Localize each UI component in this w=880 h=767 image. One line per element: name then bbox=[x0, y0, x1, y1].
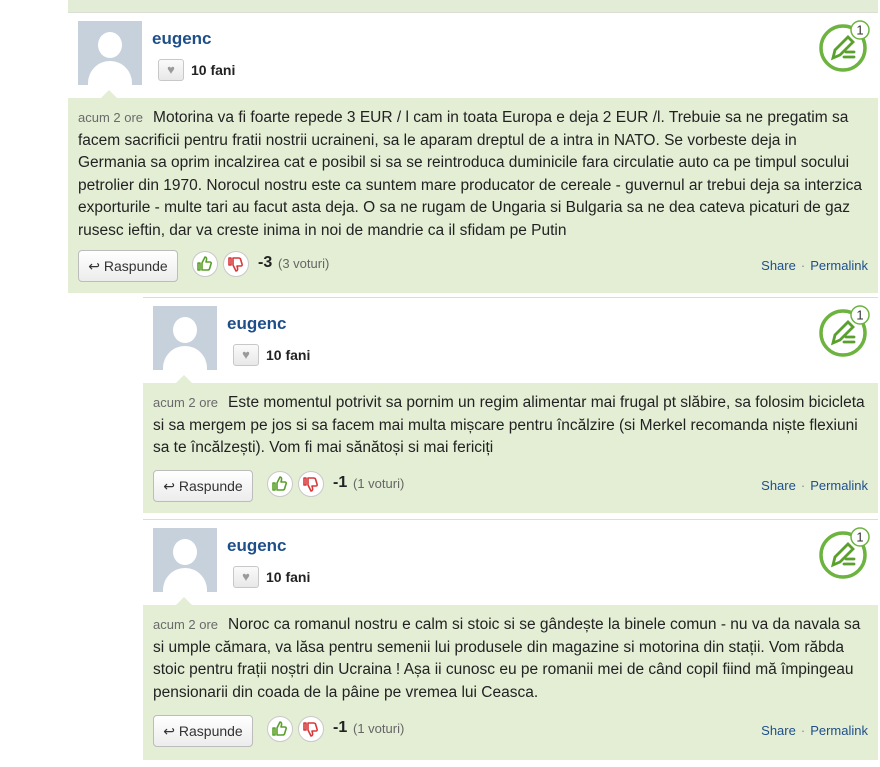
heart-icon: ♥ bbox=[242, 347, 250, 362]
thumbs-up-button[interactable] bbox=[267, 471, 293, 497]
vote-count: (3 voturi) bbox=[278, 256, 330, 271]
vote-score: -1 bbox=[333, 474, 348, 491]
comment-time: acum 2 ore bbox=[78, 110, 144, 125]
username-link[interactable]: eugenc bbox=[227, 536, 287, 556]
thumbs-up-icon bbox=[272, 721, 287, 736]
comment-links: Share · Permalink bbox=[761, 723, 868, 738]
pencil-badge-icon: 1 bbox=[819, 20, 870, 72]
username-link[interactable]: eugenc bbox=[227, 314, 287, 334]
badge-count: 1 bbox=[856, 530, 863, 545]
comment-body: acum 2 ore Noroc ca romanul nostru e calm… bbox=[143, 597, 878, 760]
vote-score: -3 bbox=[258, 254, 273, 271]
become-fan-button[interactable]: ♥ bbox=[233, 566, 259, 588]
comment-body: acum 2 ore Este momentul potrivit sa porn… bbox=[143, 375, 878, 513]
reply-arrow-icon: ↩ bbox=[163, 723, 179, 739]
comment-text: Noroc ca romanul nostru e calm si stoic … bbox=[153, 616, 861, 701]
comment-text: Motorina va fi foarte repede 3 EUR / l c… bbox=[78, 109, 863, 239]
heart-icon: ♥ bbox=[167, 62, 175, 77]
comment: eugenc ♥ 10 fani 1 acum 2 ore Motorina va… bbox=[68, 12, 878, 293]
comment-header: eugenc ♥ 10 fani 1 bbox=[143, 298, 878, 383]
become-fan-button[interactable]: ♥ bbox=[233, 344, 259, 366]
avatar[interactable] bbox=[153, 528, 217, 592]
comment-time: acum 2 ore bbox=[153, 395, 219, 410]
thumbs-down-icon bbox=[303, 722, 318, 737]
thumbs-down-button[interactable] bbox=[298, 716, 324, 742]
badge-count: 1 bbox=[856, 308, 863, 323]
fan-count: 10 fani bbox=[266, 347, 311, 363]
username-link[interactable]: eugenc bbox=[152, 29, 212, 49]
reply-arrow-icon: ↩ bbox=[88, 258, 104, 274]
thumbs-down-icon bbox=[228, 257, 243, 272]
thumbs-up-button[interactable] bbox=[267, 716, 293, 742]
thumbs-down-button[interactable] bbox=[223, 251, 249, 277]
thumbs-down-button[interactable] bbox=[298, 471, 324, 497]
vote-count: (1 voturi) bbox=[353, 476, 405, 491]
reply-button[interactable]: ↩ Raspunde bbox=[153, 715, 253, 747]
thumbs-up-icon bbox=[272, 476, 287, 491]
comment-body: acum 2 ore Motorina va fi foarte repede 3… bbox=[68, 90, 878, 293]
heart-icon: ♥ bbox=[242, 569, 250, 584]
avatar[interactable] bbox=[153, 306, 217, 370]
fan-count: 10 fani bbox=[191, 62, 236, 78]
share-link[interactable]: Share bbox=[761, 723, 796, 738]
thumbs-up-icon bbox=[197, 256, 212, 271]
vote-count: (1 voturi) bbox=[353, 721, 405, 736]
comment-links: Share · Permalink bbox=[761, 258, 868, 273]
pencil-badge-icon: 1 bbox=[819, 527, 870, 579]
reply-button[interactable]: ↩ Raspunde bbox=[78, 250, 178, 282]
permalink-link[interactable]: Permalink bbox=[810, 258, 868, 273]
comment: eugenc ♥ 10 fani 1 acum 2 ore Noroc ca ro… bbox=[143, 519, 878, 760]
thumbs-up-button[interactable] bbox=[192, 251, 218, 277]
comment-time: acum 2 ore bbox=[153, 617, 219, 632]
avatar[interactable] bbox=[78, 21, 142, 85]
pencil-badge-icon: 1 bbox=[819, 305, 870, 357]
permalink-link[interactable]: Permalink bbox=[810, 478, 868, 493]
comment-links: Share · Permalink bbox=[761, 478, 868, 493]
thumbs-down-icon bbox=[303, 477, 318, 492]
reply-button[interactable]: ↩ Raspunde bbox=[153, 470, 253, 502]
comment: eugenc ♥ 10 fani 1 acum 2 ore Este moment… bbox=[143, 297, 878, 513]
share-link[interactable]: Share bbox=[761, 258, 796, 273]
comment-text: Este momentul potrivit sa pornim un regi… bbox=[153, 394, 865, 456]
reply-arrow-icon: ↩ bbox=[163, 478, 179, 494]
permalink-link[interactable]: Permalink bbox=[810, 723, 868, 738]
comment-header: eugenc ♥ 10 fani 1 bbox=[143, 520, 878, 605]
become-fan-button[interactable]: ♥ bbox=[158, 59, 184, 81]
share-link[interactable]: Share bbox=[761, 478, 796, 493]
vote-score: -1 bbox=[333, 719, 348, 736]
comment-header: eugenc ♥ 10 fani 1 bbox=[68, 13, 878, 98]
fan-count: 10 fani bbox=[266, 569, 311, 585]
badge-count: 1 bbox=[856, 23, 863, 38]
